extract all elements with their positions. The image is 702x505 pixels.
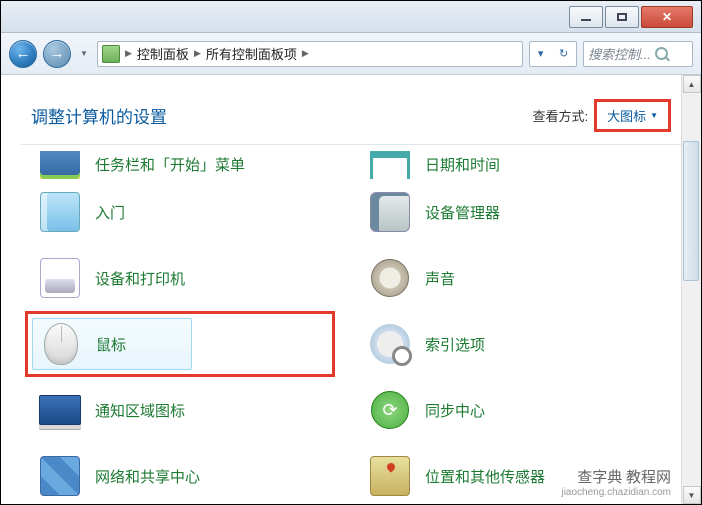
- scroll-track[interactable]: [683, 93, 701, 486]
- navigation-bar: ← → ▼ ▶ 控制面板 ▶ 所有控制面板项 ▶ ▾↻ 搜索控制...: [1, 33, 701, 75]
- mouse-icon: [44, 323, 78, 365]
- chevron-down-icon: ▼: [650, 111, 658, 120]
- search-placeholder: 搜索控制...: [588, 44, 651, 63]
- control-panel-grid: 任务栏和「开始」菜单 日期和时间 入门 设备管理器: [1, 151, 701, 505]
- arrow-right-icon: →: [50, 45, 65, 62]
- breadcrumb-item[interactable]: 所有控制面板项: [206, 44, 297, 63]
- refresh-button-group[interactable]: ▾↻: [529, 41, 577, 67]
- device-manager-icon: [370, 192, 410, 232]
- control-panel-icon: [102, 45, 120, 63]
- vertical-scrollbar[interactable]: ▲ ▼: [681, 75, 701, 504]
- breadcrumb-item[interactable]: 控制面板: [137, 44, 189, 63]
- watermark: 查字典 教程网 jiaocheng.chazidian.com: [561, 466, 671, 498]
- item-getting-started[interactable]: 入门: [21, 179, 351, 245]
- location-icon: [370, 456, 410, 496]
- refresh-icon: ↻: [559, 47, 568, 60]
- chevron-right-icon: ▶: [299, 48, 312, 59]
- titlebar: ✕: [1, 1, 701, 33]
- item-mouse[interactable]: 鼠标: [25, 311, 335, 377]
- calendar-icon: [370, 151, 410, 179]
- close-button[interactable]: ✕: [641, 6, 693, 28]
- network-icon: [40, 456, 80, 496]
- item-network-sharing[interactable]: 网络和共享中心: [21, 443, 351, 505]
- speaker-icon: [371, 259, 409, 297]
- item-date-time[interactable]: 日期和时间: [351, 151, 681, 179]
- chevron-right-icon: ▶: [191, 48, 204, 59]
- arrow-left-icon: ←: [16, 45, 31, 62]
- history-dropdown[interactable]: ▼: [77, 44, 91, 64]
- page-title: 调整计算机的设置: [31, 103, 167, 128]
- magnifier-icon: [370, 324, 410, 364]
- scroll-up-button[interactable]: ▲: [683, 75, 701, 93]
- notification-icon: [39, 395, 81, 425]
- getting-started-icon: [40, 192, 80, 232]
- forward-button[interactable]: →: [43, 40, 71, 68]
- item-taskbar[interactable]: 任务栏和「开始」菜单: [21, 151, 351, 179]
- back-button[interactable]: ←: [9, 40, 37, 68]
- search-input[interactable]: 搜索控制...: [583, 41, 693, 67]
- chevron-down-icon: ▾: [538, 47, 544, 60]
- item-notification-area[interactable]: 通知区域图标: [21, 377, 351, 443]
- scroll-down-button[interactable]: ▼: [683, 486, 701, 504]
- chevron-right-icon: ▶: [122, 48, 135, 59]
- sync-icon: ⟳: [371, 391, 409, 429]
- maximize-button[interactable]: [605, 6, 639, 28]
- breadcrumb[interactable]: ▶ 控制面板 ▶ 所有控制面板项 ▶: [97, 41, 523, 67]
- content-area: 调整计算机的设置 查看方式: 大图标 ▼ 任务栏和「开始」菜单: [1, 75, 701, 504]
- item-device-manager[interactable]: 设备管理器: [351, 179, 681, 245]
- highlight-view-mode: 大图标 ▼: [594, 99, 671, 132]
- item-devices-printers[interactable]: 设备和打印机: [21, 245, 351, 311]
- item-sound[interactable]: 声音: [351, 245, 681, 311]
- minimize-button[interactable]: [569, 6, 603, 28]
- window-frame: ✕ ← → ▼ ▶ 控制面板 ▶ 所有控制面板项 ▶ ▾↻ 搜索控制... 调整…: [0, 0, 702, 505]
- search-icon: [655, 47, 668, 60]
- scroll-thumb[interactable]: [683, 141, 699, 281]
- printer-icon: [40, 258, 80, 298]
- taskbar-icon: [40, 151, 80, 179]
- view-by-label: 查看方式:: [532, 106, 588, 125]
- view-by-dropdown[interactable]: 大图标 ▼: [603, 104, 662, 127]
- item-sync-center[interactable]: ⟳ 同步中心: [351, 377, 681, 443]
- item-indexing[interactable]: 索引选项: [351, 311, 681, 377]
- divider: [21, 144, 681, 145]
